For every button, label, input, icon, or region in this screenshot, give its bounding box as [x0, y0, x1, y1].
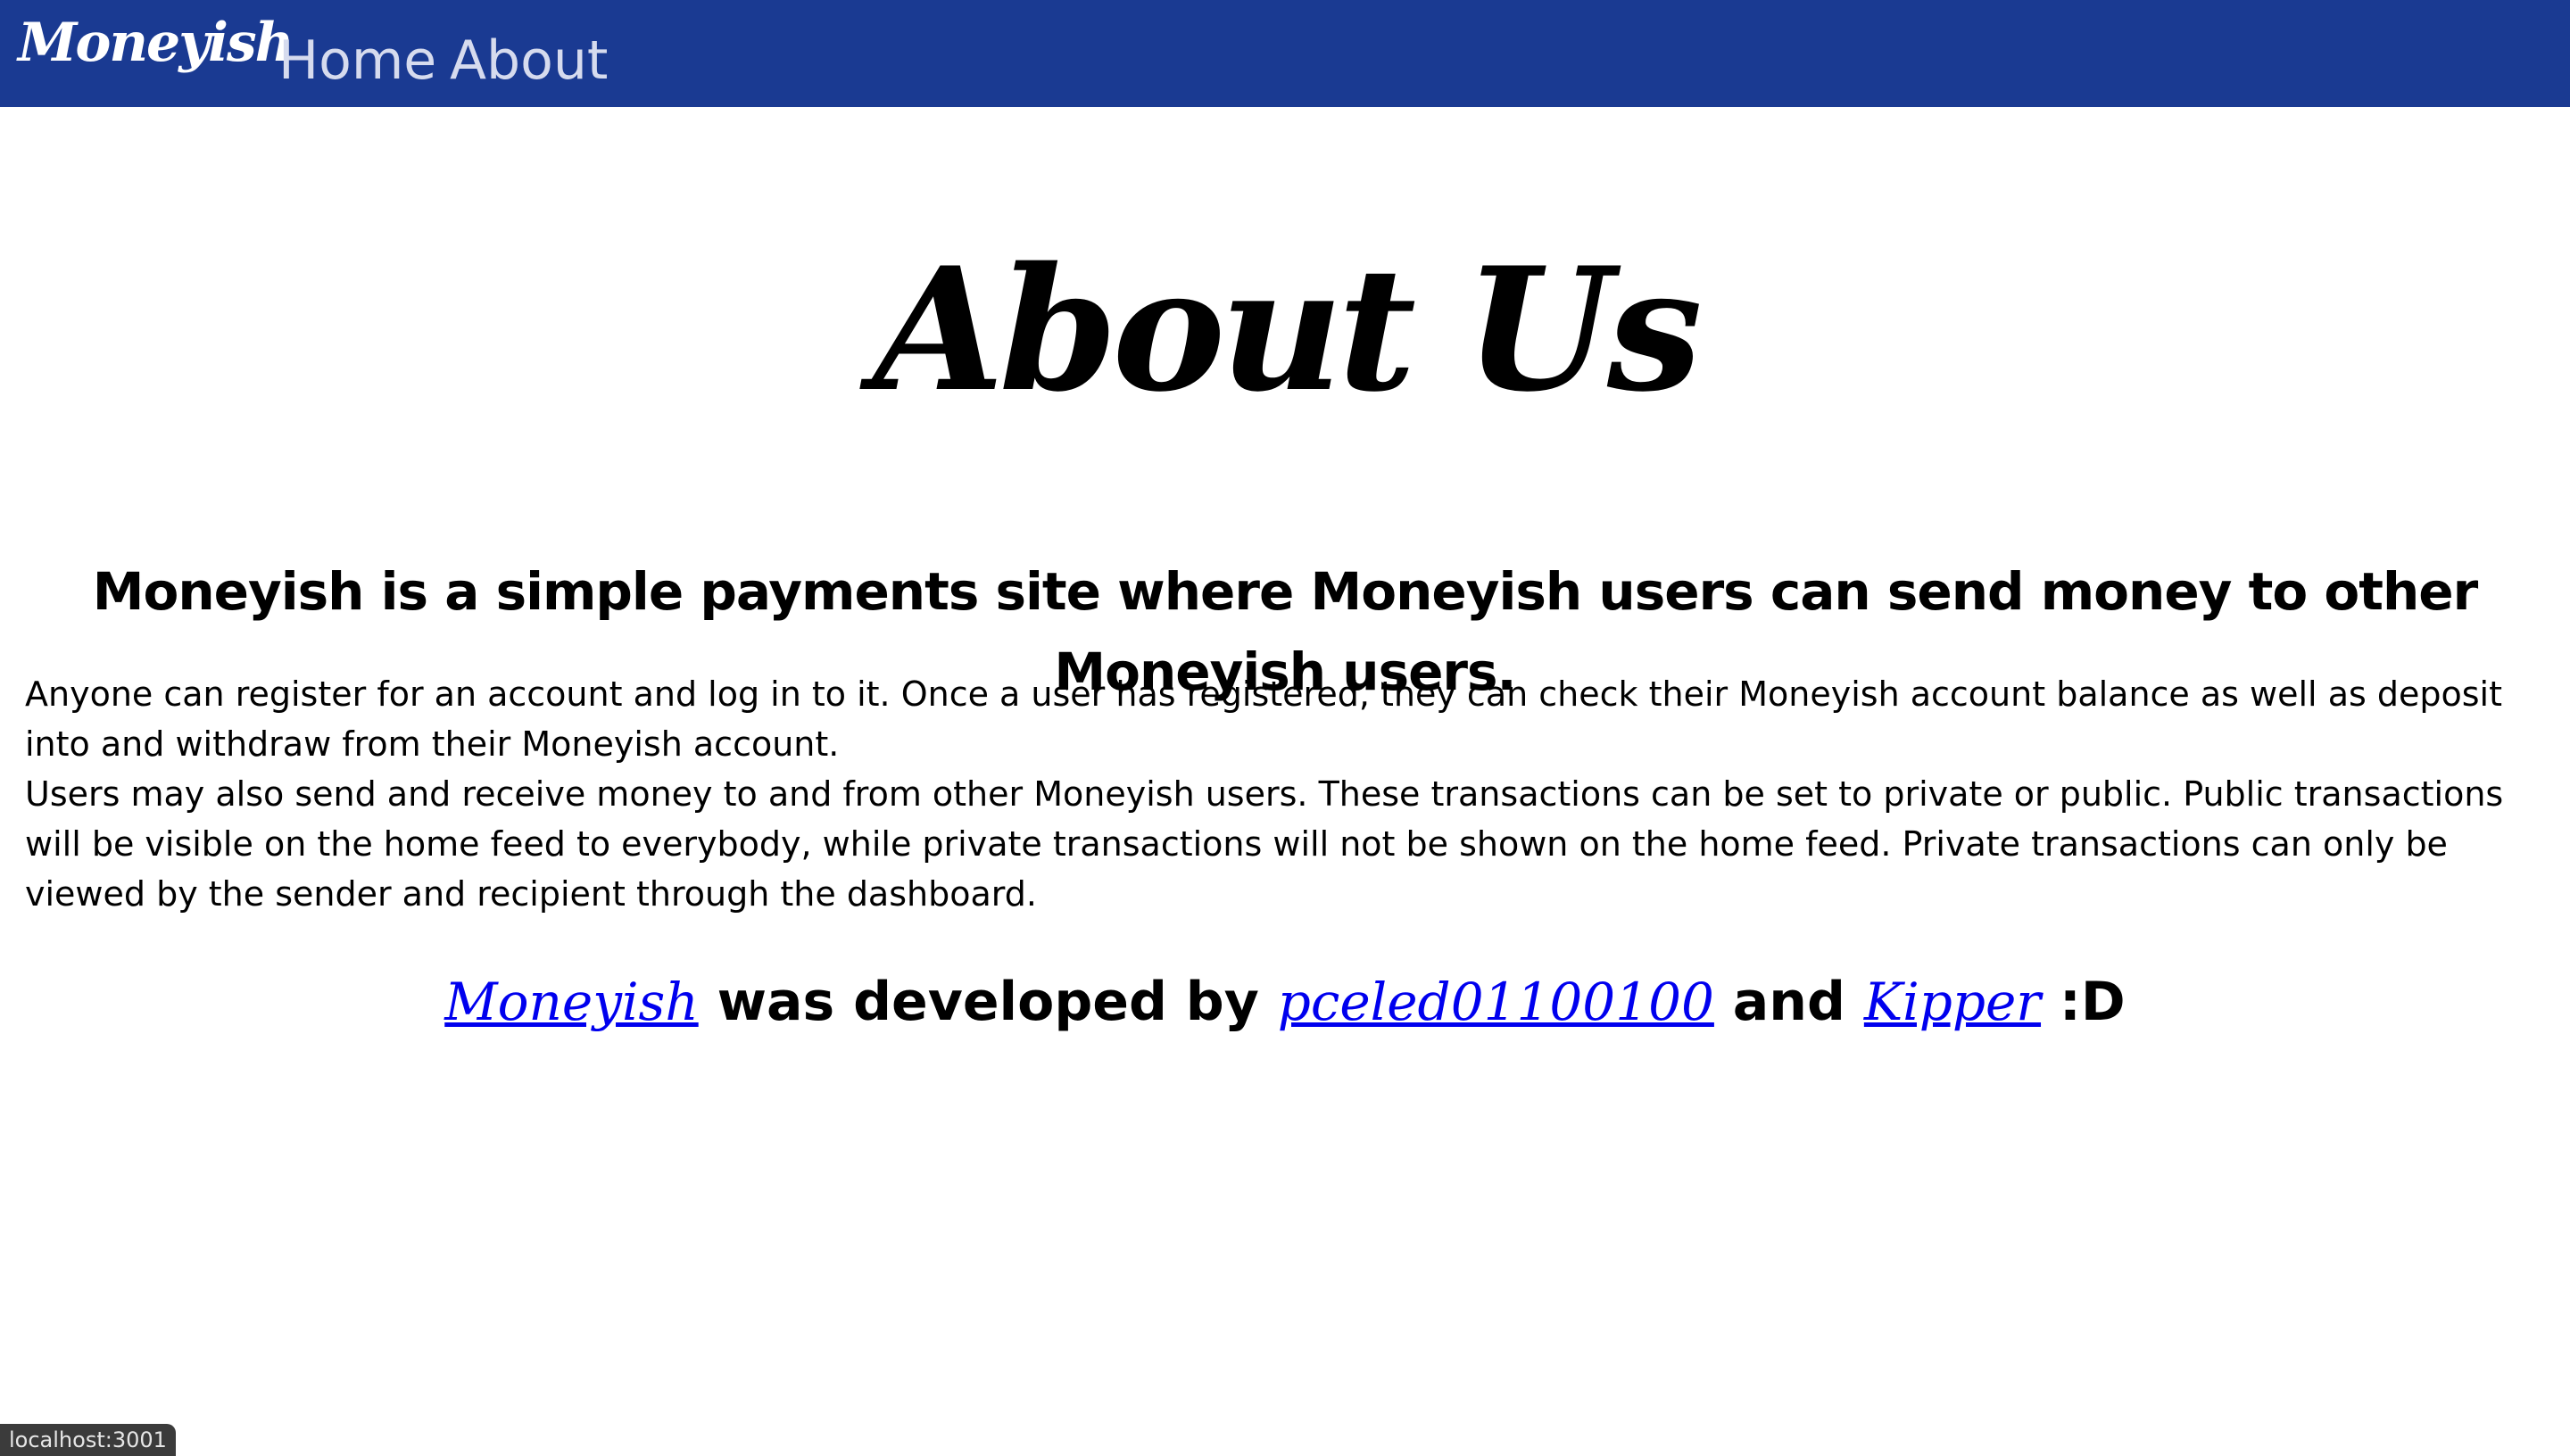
description-paragraph-1: Anyone can register for an account and l… [25, 674, 2502, 764]
credits-suffix: :D [2059, 971, 2126, 1033]
nav-link-about[interactable]: About [450, 25, 608, 96]
brand-logo-link[interactable]: Moneyish [18, 5, 294, 80]
author-link-pceled[interactable]: pceled01100100 [1278, 972, 1714, 1032]
credits-text-developed-by: was developed by [717, 971, 1259, 1033]
credits-text-and: and [1732, 971, 1845, 1033]
project-link[interactable]: Moneyish [444, 972, 698, 1032]
about-description: Anyone can register for an account and l… [25, 669, 2550, 919]
author-link-kipper[interactable]: Kipper [1864, 972, 2041, 1032]
credits-line: Moneyish was developed by pceled01100100… [0, 962, 2570, 1042]
link-status-bar: localhost:3001 [0, 1424, 176, 1456]
page-title: About Us [873, 230, 1703, 429]
description-paragraph-2: Users may also send and receive money to… [25, 774, 2504, 914]
nav-link-home[interactable]: Home [278, 25, 436, 96]
top-navbar: Moneyish Home About [0, 0, 2570, 107]
